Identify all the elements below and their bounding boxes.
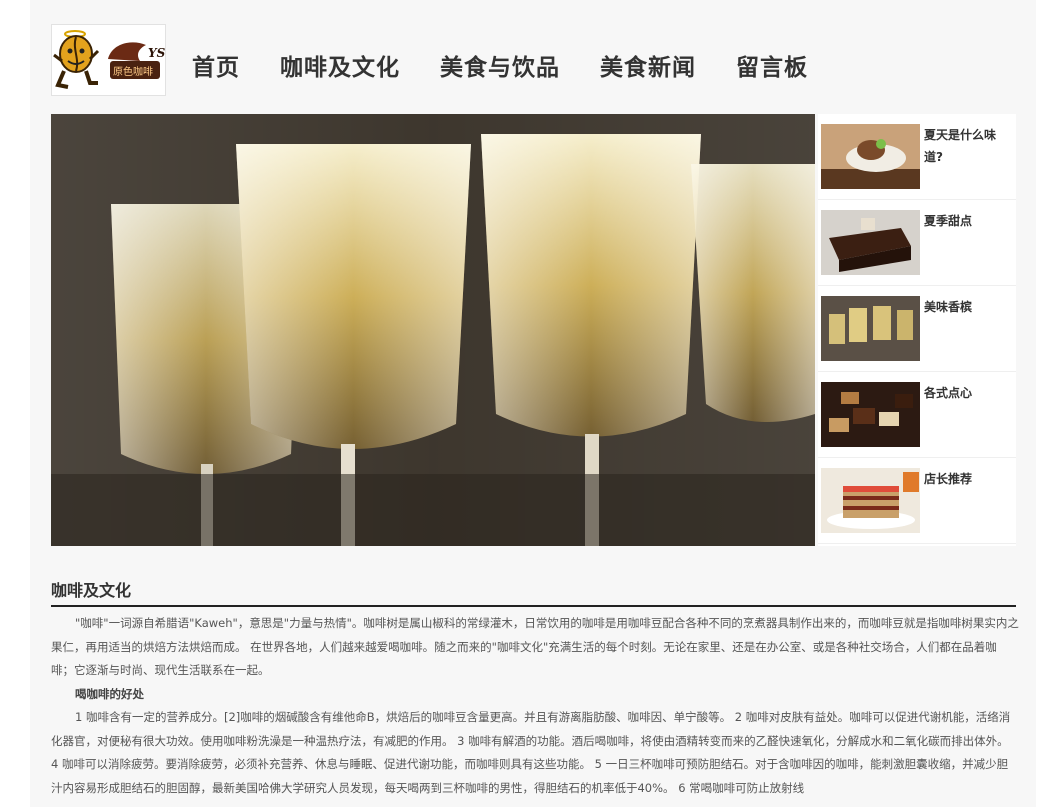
nav-item-food-news[interactable]: 美食新闻 bbox=[580, 48, 716, 82]
article-subheading: 喝咖啡的好处 bbox=[75, 686, 144, 701]
nav-item-food-drinks[interactable]: 美食与饮品 bbox=[420, 48, 580, 82]
section-title: 咖啡及文化 bbox=[51, 577, 1016, 607]
svg-text:原色咖啡: 原色咖啡 bbox=[113, 65, 153, 78]
champagne-glasses-thumbnail bbox=[821, 296, 920, 361]
champagne-glasses-image bbox=[51, 114, 815, 546]
article-benefits: 1 咖啡含有一定的营养成分。[2]咖啡的烟碱酸含有维他命B，烘焙后的咖啡豆含量更… bbox=[51, 710, 1011, 795]
sidebar: 夏天是什么味道? 夏季甜点 美味香槟 各式点心 店长推荐 bbox=[818, 114, 1016, 546]
sidebar-item-recommended[interactable]: 店长推荐 bbox=[818, 458, 1016, 544]
sidebar-item-title: 各式点心 bbox=[924, 386, 973, 400]
svg-text:YS: YS bbox=[148, 46, 165, 60]
sidebar-item-pastries[interactable]: 各式点心 bbox=[818, 372, 1016, 458]
article-intro: "咖啡"一词源自希腊语"Kaweh"，意思是"力量与热情"。咖啡树是属山椒科的常… bbox=[51, 616, 1019, 677]
site-logo[interactable]: YS 原色咖啡 bbox=[51, 24, 166, 96]
sidebar-item-summer-taste[interactable]: 夏天是什么味道? bbox=[818, 114, 1016, 200]
chocolate-cake-thumbnail bbox=[821, 210, 920, 275]
nav-item-guestbook[interactable]: 留言板 bbox=[716, 48, 828, 82]
sidebar-item-champagne[interactable]: 美味香槟 bbox=[818, 286, 1016, 372]
sidebar-item-title: 夏季甜点 bbox=[924, 214, 973, 228]
sidebar-item-title: 夏天是什么味道? bbox=[924, 128, 997, 164]
main-nav: 首页 咖啡及文化 美食与饮品 美食新闻 留言板 bbox=[172, 40, 828, 90]
nav-item-home[interactable]: 首页 bbox=[172, 48, 260, 82]
coffee-bean-mascot-icon: YS 原色咖啡 bbox=[53, 30, 165, 89]
article-body: "咖啡"一词源自希腊语"Kaweh"，意思是"力量与热情"。咖啡树是属山椒科的常… bbox=[51, 612, 1019, 800]
ice-cream-dessert-thumbnail bbox=[821, 124, 920, 189]
assorted-pastries-thumbnail bbox=[821, 382, 920, 447]
sidebar-item-title: 店长推荐 bbox=[924, 472, 973, 486]
layered-cake-thumbnail bbox=[821, 468, 920, 533]
sidebar-item-title: 美味香槟 bbox=[924, 300, 973, 314]
hero-banner[interactable] bbox=[51, 114, 815, 546]
sidebar-item-summer-desserts[interactable]: 夏季甜点 bbox=[818, 200, 1016, 286]
nav-item-coffee-culture[interactable]: 咖啡及文化 bbox=[260, 48, 420, 82]
